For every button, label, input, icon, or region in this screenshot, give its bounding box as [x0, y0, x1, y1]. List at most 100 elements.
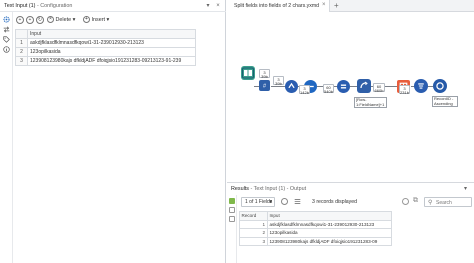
results-sidebar: [227, 195, 237, 263]
configuration-header: Text Input (1) - Configuration ▾ ×: [0, 0, 226, 12]
add-row-icon[interactable]: +: [16, 16, 24, 24]
insert-icon: +: [83, 16, 90, 24]
delete-label: Delete: [55, 17, 72, 23]
chevron-down-icon: ▾: [72, 17, 76, 23]
record-number: 1: [239, 219, 268, 229]
check-icon[interactable]: [281, 198, 288, 205]
badge-text: 3 39b: [261, 69, 268, 79]
arrows-icon[interactable]: [3, 26, 10, 33]
column-header[interactable]: Input: [27, 29, 196, 39]
search-icon: ⚲: [428, 199, 433, 206]
delete-icon: ×: [47, 16, 54, 24]
configuration-subtitle: - Configuration: [36, 3, 73, 9]
results-toolbar: 1 of 1 Fields ▾ 3 records displayed ⧉ ⚲ …: [239, 196, 474, 208]
table-row[interactable]: 2 123opilkasida: [239, 228, 392, 238]
result-cell[interactable]: 123opilkasida: [267, 228, 392, 238]
badge-text: 3 39b: [275, 76, 282, 86]
record-id-tool[interactable]: #: [259, 80, 270, 91]
messages-icon[interactable]: [229, 216, 235, 222]
workflow-tab-bar: Split fields into fields of 2 chars.yxmd…: [227, 0, 474, 12]
badge-text: 3 142b: [300, 85, 309, 95]
insert-button[interactable]: + Insert ▾: [83, 16, 109, 25]
configuration-toolbar: + + ↻ × Delete ▾ + Insert ▾: [15, 14, 225, 26]
results-title: Results: [231, 186, 249, 192]
record-count-badge: 3 39b: [259, 69, 270, 78]
multi-row-formula-tool[interactable]: [357, 79, 371, 93]
sort-annotation: RecordID - Ascending: [432, 96, 458, 107]
badge-text: 60 540b: [324, 84, 333, 94]
table-row[interactable]: 3 123908123980kajs dfkldjADF dfoiqjsio19…: [239, 236, 392, 246]
new-tab-button[interactable]: +: [334, 1, 339, 10]
fields-label: 1 of 1 Fields: [245, 199, 273, 205]
row-number-header: [15, 29, 28, 39]
insert-label: Insert: [91, 17, 105, 23]
record-count-badge: 60 540b: [323, 84, 334, 93]
chevron-down-icon: ▾: [269, 199, 272, 205]
tool-name: Text Input (1): [4, 3, 36, 9]
table-row: 1 askdjfklasdfklmnasdfkqowi1-31-23901293…: [15, 38, 196, 48]
metadata-icon[interactable]: [229, 207, 235, 213]
formula-tool-1[interactable]: [285, 80, 298, 93]
record-count-badge: 60 660b: [373, 83, 385, 92]
connector: [350, 86, 357, 87]
record-count-badge: 3 142b: [299, 85, 310, 94]
search-input[interactable]: ⚲ Search: [424, 197, 472, 207]
results-subtitle: - Text Input (1) - Output: [250, 186, 307, 192]
results-header: Results - Text Input (1) - Output: [231, 186, 306, 192]
tag-icon[interactable]: [3, 36, 10, 43]
copy-icon[interactable]: ⧉: [413, 197, 418, 205]
results-grid: Record Input 1 askdjfklasdfklmnasdfkqowi…: [239, 211, 392, 246]
generate-rows-tool[interactable]: [337, 80, 350, 93]
browse-tool[interactable]: [433, 79, 447, 93]
record-count-badge: 3 231b: [399, 85, 410, 94]
add-column-icon[interactable]: +: [26, 16, 34, 24]
table-row: 3 123908123980kajs dfkldjADF dfoiqjsio19…: [15, 56, 196, 66]
record-number: 3: [239, 236, 268, 246]
tab-label: Split fields into fields of 2 chars.yxmd: [234, 3, 320, 9]
dropdown-icon[interactable]: ▾: [204, 2, 212, 10]
annotation-text: RecordID - Ascending: [434, 96, 454, 106]
badge-text: 3 231b: [400, 85, 409, 95]
chevron-down-icon: ▾: [106, 17, 110, 23]
result-cell[interactable]: askdjfklasdfklmnasdfkqowi1-31-239012930-…: [267, 219, 392, 229]
text-input-grid: Input 1 askdjfklasdfklmnasdfkqowi1-31-23…: [15, 29, 196, 66]
text-input-tool[interactable]: [241, 66, 255, 80]
tab-workflow[interactable]: Split fields into fields of 2 chars.yxmd…: [227, 0, 330, 12]
grid-cell[interactable]: 123908123980kajs dfkldjADF dfoiqjsio1912…: [27, 56, 196, 66]
row-number: 1: [15, 38, 28, 48]
filter-icon[interactable]: [402, 198, 409, 205]
record-number: 2: [239, 228, 268, 238]
dropdown-icon[interactable]: ▾: [464, 185, 467, 192]
fields-selector[interactable]: 1 of 1 Fields ▾: [241, 197, 275, 207]
workflow-canvas[interactable]: # 3 39b 3 39b 3 142b 60 540b 60 660b 3 2…: [227, 13, 474, 181]
configuration-sidebar: [0, 12, 13, 263]
column-header[interactable]: Record: [239, 211, 268, 221]
configuration-title: Text Input (1) - Configuration: [4, 3, 72, 9]
row-number: 2: [15, 47, 28, 57]
record-count: 3 records displayed: [312, 199, 357, 205]
connector: [271, 86, 285, 87]
svg-text:#: #: [263, 84, 267, 90]
badge-text: 60 660b: [374, 83, 384, 93]
grid-cell[interactable]: 123opilkasida: [27, 47, 196, 57]
close-panel-icon[interactable]: ×: [214, 2, 222, 10]
grid-cell[interactable]: askdjfklasdfklmnasdfkqowi1-31-239012930-…: [27, 38, 196, 48]
sort-tool[interactable]: [414, 79, 428, 93]
annotation-text: [Row-1:FieldName]+1: [356, 97, 385, 107]
table-row: 2 123opilkasida: [15, 47, 196, 57]
column-header[interactable]: Input: [267, 211, 392, 221]
table-row[interactable]: 1 askdjfklasdfklmnasdfkqowi1-31-23901293…: [239, 219, 392, 229]
list-icon[interactable]: [294, 198, 301, 205]
gear-icon[interactable]: [3, 16, 10, 23]
record-count-badge: 3 39b: [273, 76, 284, 85]
data-view-icon[interactable]: [229, 198, 235, 204]
results-panel: Results - Text Input (1) - Output ▾ 1 of…: [227, 182, 474, 263]
info-icon[interactable]: [3, 46, 10, 53]
result-cell[interactable]: 123908123980kajs dfkldjADF dfoiqjsio1912…: [267, 236, 392, 246]
refresh-icon[interactable]: ↻: [36, 16, 44, 24]
delete-button[interactable]: × Delete ▾: [47, 16, 75, 25]
close-tab-icon[interactable]: ×: [322, 2, 326, 8]
row-number: 3: [15, 56, 28, 66]
configuration-panel: Text Input (1) - Configuration ▾ × + + ↻…: [0, 0, 226, 263]
multi-row-annotation: [Row-1:FieldName]+1: [354, 97, 387, 108]
